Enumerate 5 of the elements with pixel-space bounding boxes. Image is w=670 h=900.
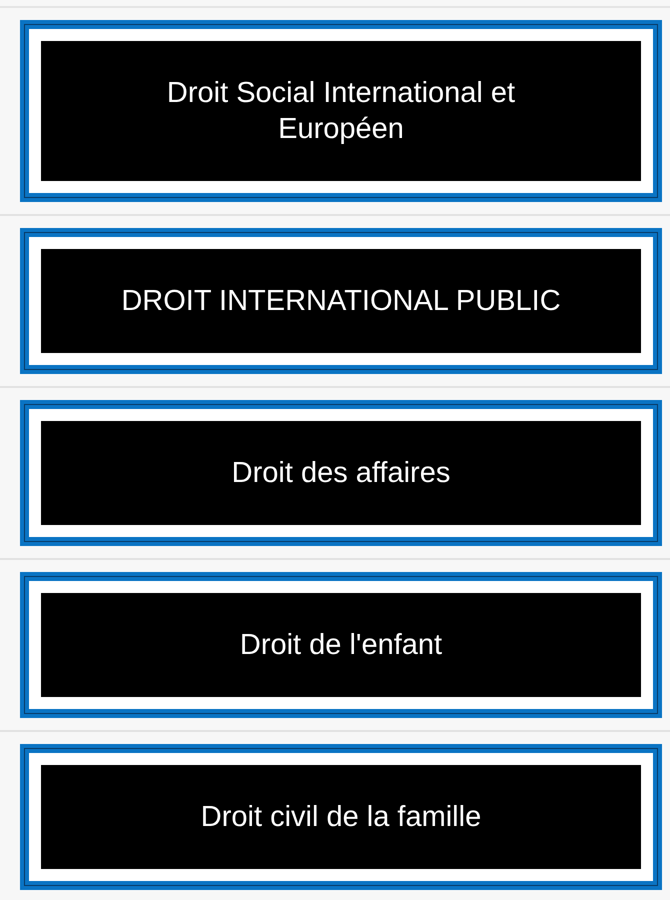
- category-button[interactable]: DROIT INTERNATIONAL PUBLIC: [20, 228, 662, 374]
- category-button[interactable]: Droit de l'enfant: [20, 572, 662, 718]
- category-button[interactable]: Droit civil de la famille: [20, 744, 662, 890]
- category-button[interactable]: Droit Social International et Européen: [20, 20, 662, 202]
- category-button[interactable]: Droit des affaires: [20, 400, 662, 546]
